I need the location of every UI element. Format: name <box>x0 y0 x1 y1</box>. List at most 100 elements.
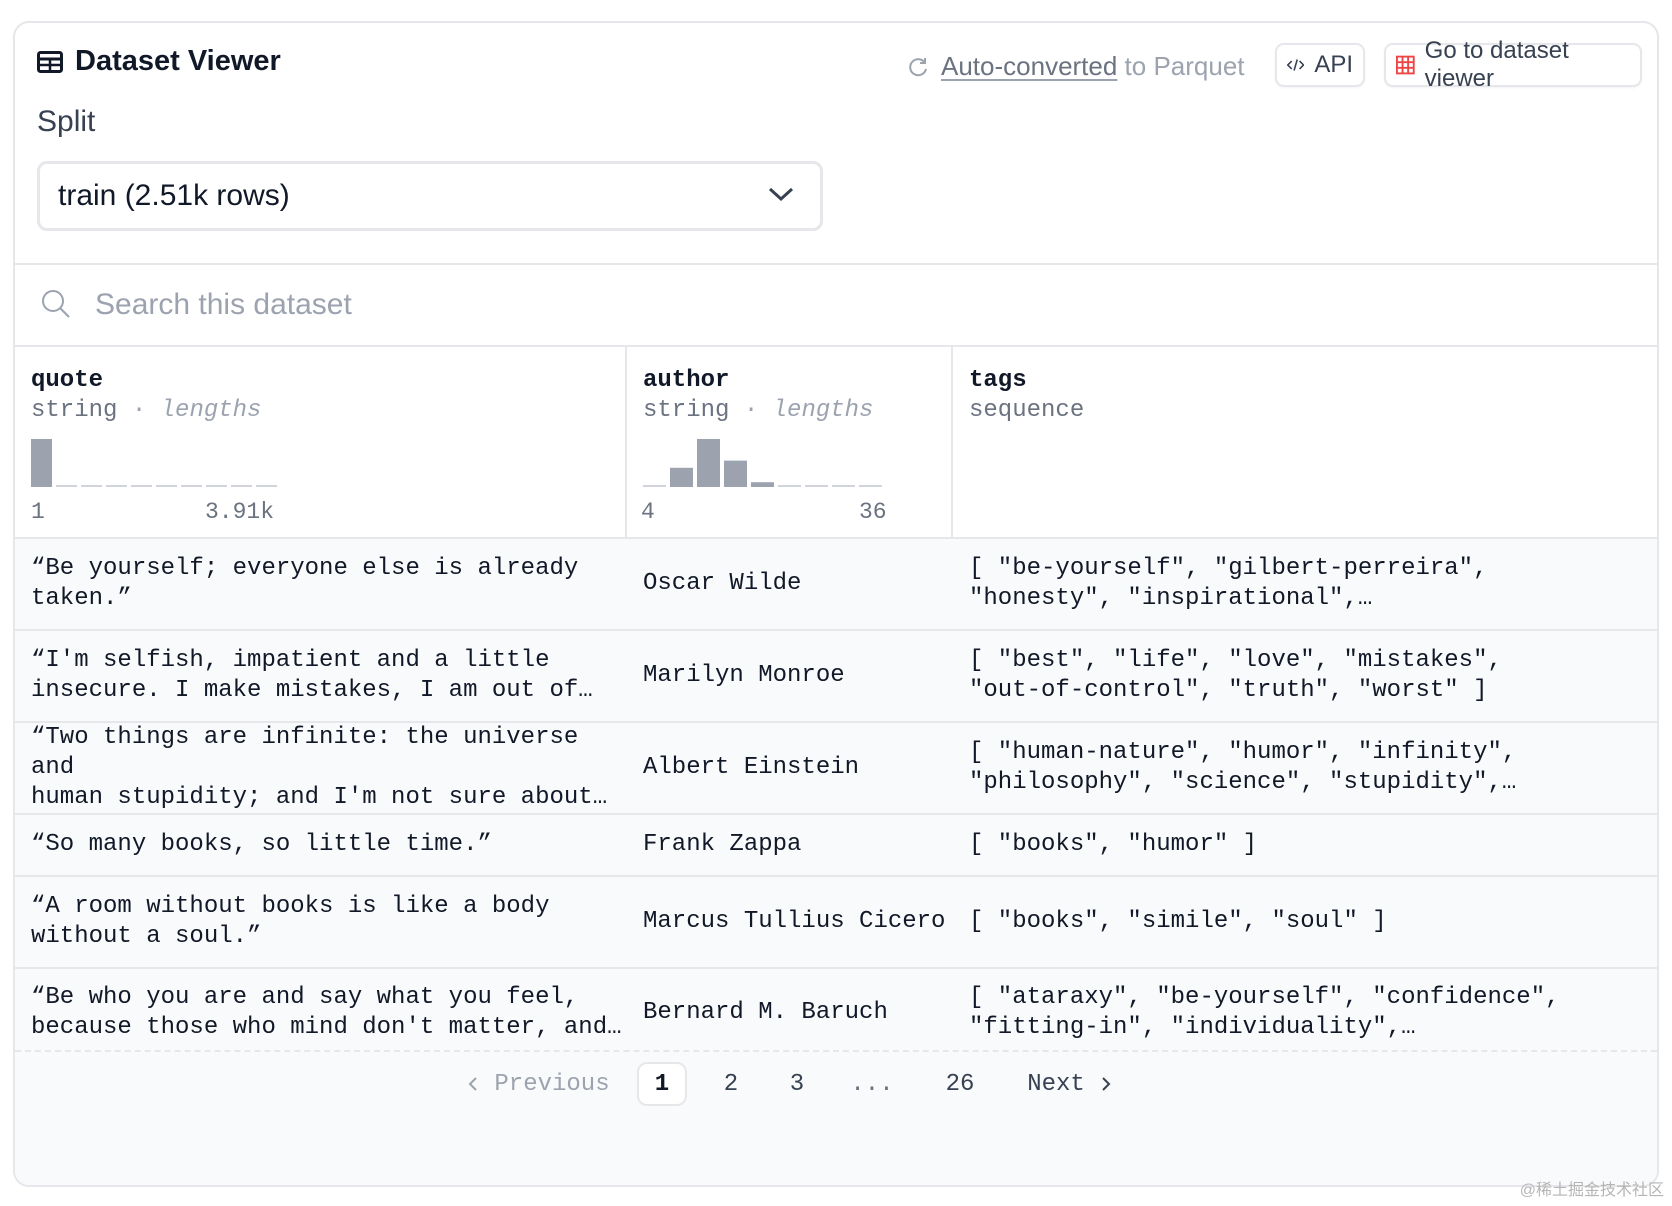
histogram-bar[interactable] <box>670 467 693 487</box>
search-input[interactable] <box>95 283 795 327</box>
histogram-bar[interactable] <box>56 485 77 487</box>
page-button-3[interactable]: 3 <box>777 1062 817 1106</box>
histogram-bar[interactable] <box>81 485 102 487</box>
viewer-header: Dataset Viewer Auto-converted to Parquet… <box>15 23 1657 103</box>
separator-dot: · <box>743 397 759 424</box>
quote-text: “A room without books is like a body wit… <box>31 893 550 950</box>
tags-text: [ "be-yourself", "gilbert-perreira", "ho… <box>969 555 1488 612</box>
column-stat-label: lengths <box>772 397 874 424</box>
dataset-viewer-card: Dataset Viewer Auto-converted to Parquet… <box>13 21 1659 1187</box>
tags-cell: [ "ataraxy", "be-yourself", "confidence"… <box>953 969 1657 1057</box>
page-button-1[interactable]: 1 <box>637 1062 687 1106</box>
column-type: string · lengths <box>643 397 873 424</box>
histogram-bar[interactable] <box>697 439 720 487</box>
previous-label: Previous <box>494 1070 610 1098</box>
chevron-right-icon <box>1102 1077 1111 1091</box>
histogram-bar[interactable] <box>859 485 882 487</box>
tags-text: [ "best", "life", "love", "mistakes", "o… <box>969 647 1502 704</box>
histogram-bar[interactable] <box>181 485 202 487</box>
histogram-bar[interactable] <box>131 485 152 487</box>
column-name: tags <box>969 367 1027 394</box>
author-text: Marilyn Monroe <box>643 662 845 689</box>
histogram-bar[interactable] <box>156 485 177 487</box>
api-button[interactable]: API <box>1275 43 1365 87</box>
pagination: Previous 1 2 3 ... 26 Next <box>15 1050 1657 1112</box>
author-cell: Albert Einstein <box>627 723 951 813</box>
previous-page-button[interactable]: Previous <box>463 1062 613 1106</box>
column-header-tags[interactable]: tags sequence <box>953 347 1657 539</box>
search-icon <box>42 290 70 318</box>
chevron-left-icon <box>468 1077 478 1091</box>
go-to-dataset-viewer-label: Go to dataset viewer <box>1424 37 1569 92</box>
quote-text: “I'm selfish, impatient and a little ins… <box>31 647 593 704</box>
split-select[interactable]: train (2.51k rows) <box>37 161 823 231</box>
tags-cell: [ "human-nature", "humor", "infinity", "… <box>953 723 1657 813</box>
pagination-footer <box>15 1112 1657 1185</box>
histogram-bar[interactable] <box>256 485 277 487</box>
quote-cell: “Be who you are and say what you feel, b… <box>15 969 625 1057</box>
page-button-26[interactable]: 26 <box>935 1062 985 1106</box>
viewer-title-text: Dataset Viewer <box>75 45 281 77</box>
tags-cell: [ "be-yourself", "gilbert-perreira", "ho… <box>953 539 1657 629</box>
next-label: Next <box>1027 1070 1085 1098</box>
tags-text: [ "books", "humor" ] <box>969 831 1258 858</box>
watermark: @稀土掘金技术社区 <box>1519 1182 1664 1199</box>
histogram-bar[interactable] <box>778 485 801 487</box>
split-label: Split <box>37 105 96 138</box>
go-to-dataset-viewer-button[interactable]: Go to dataset viewer <box>1384 37 1642 92</box>
histogram-author <box>643 439 882 487</box>
histogram-bar[interactable] <box>31 439 52 487</box>
column-header-quote[interactable]: quote string · lengths 1 3.91k <box>15 347 625 539</box>
author-cell: Frank Zappa <box>627 815 951 875</box>
code-icon <box>1287 59 1305 71</box>
histogram-bar[interactable] <box>231 485 252 487</box>
column-header-author[interactable]: author string · lengths 4 36 <box>627 347 951 539</box>
quote-text: “Be yourself; everyone else is already t… <box>31 555 579 612</box>
quote-cell: “Two things are infinite: the universe a… <box>15 723 625 813</box>
histogram-bar[interactable] <box>751 482 774 487</box>
histogram-bar[interactable] <box>724 460 747 487</box>
column-type-label: string <box>643 397 730 424</box>
author-cell: Marilyn Monroe <box>627 631 951 721</box>
author-text: Albert Einstein <box>643 754 860 781</box>
tags-cell: [ "best", "life", "love", "mistakes", "o… <box>953 631 1657 721</box>
author-text: Marcus Tullius Cicero <box>643 908 946 935</box>
histogram-quote <box>31 439 277 487</box>
separator-dot: · <box>131 397 147 424</box>
column-type: sequence <box>969 397 1084 424</box>
quote-text: “Two things are infinite: the universe a… <box>31 724 608 811</box>
api-button-label: API <box>1314 51 1353 78</box>
author-text: Frank Zappa <box>643 831 802 858</box>
next-page-button[interactable]: Next <box>1015 1062 1125 1106</box>
histogram-bar[interactable] <box>643 485 666 487</box>
search-bar <box>15 265 1657 345</box>
table-row[interactable]: “So many books, so little time.” Frank Z… <box>15 813 1657 875</box>
quote-text: “So many books, so little time.” <box>31 831 492 858</box>
histogram-bar[interactable] <box>832 485 855 487</box>
histogram-bar[interactable] <box>805 485 828 487</box>
table-row[interactable]: “Be yourself; everyone else is already t… <box>15 537 1657 629</box>
quote-cell: “Be yourself; everyone else is already t… <box>15 539 625 629</box>
quote-cell: “So many books, so little time.” <box>15 815 625 875</box>
table-row[interactable]: “I'm selfish, impatient and a little ins… <box>15 629 1657 721</box>
histogram-min: 4 <box>641 499 655 525</box>
column-type-label: sequence <box>969 397 1085 424</box>
page-button-2[interactable]: 2 <box>711 1062 751 1106</box>
column-stat-label: lengths <box>160 397 262 424</box>
author-text: Oscar Wilde <box>643 570 802 597</box>
author-cell: Marcus Tullius Cicero <box>627 877 951 967</box>
table-row[interactable]: “A room without books is like a body wit… <box>15 875 1657 967</box>
tags-cell: [ "books", "humor" ] <box>953 815 1657 875</box>
tags-text: [ "ataraxy", "be-yourself", "confidence"… <box>969 984 1560 1041</box>
auto-converted-link[interactable]: Auto-converted <box>941 51 1117 82</box>
table-row[interactable]: “Be who you are and say what you feel, b… <box>15 967 1657 1059</box>
parquet-suffix: to Parquet <box>1117 51 1245 81</box>
table-row[interactable]: “Two things are infinite: the universe a… <box>15 721 1657 813</box>
histogram-bar[interactable] <box>106 485 127 487</box>
refresh-icon <box>909 57 927 76</box>
page-ellipsis: ... <box>850 1070 894 1098</box>
quote-cell: “I'm selfish, impatient and a little ins… <box>15 631 625 721</box>
split-selected-value: train (2.51k rows) <box>58 179 290 212</box>
table-icon <box>37 50 63 73</box>
histogram-bar[interactable] <box>206 485 227 487</box>
